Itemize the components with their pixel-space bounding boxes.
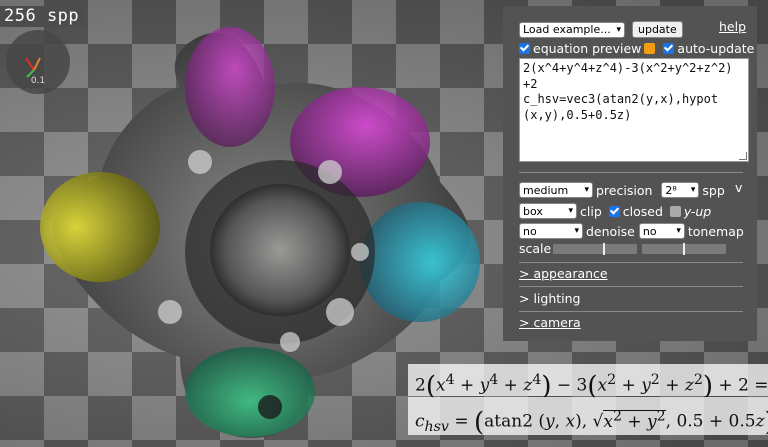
denoise-label: denoise: [586, 223, 635, 239]
spp-label: spp: [702, 182, 725, 198]
gizmo-value: 0.1: [30, 76, 46, 86]
yup-checkbox[interactable]: [669, 205, 681, 217]
yellow-lobe: [40, 172, 160, 282]
scale-slider-left-thumb[interactable]: [603, 243, 605, 255]
yup-label: y-up: [683, 203, 712, 219]
update-button[interactable]: update: [632, 21, 683, 38]
divider: [519, 262, 743, 263]
scale-label: scale: [519, 241, 552, 256]
lighting-section-toggle[interactable]: > lighting: [519, 291, 580, 306]
divider: [519, 286, 743, 287]
chevron-down-icon: ▾: [574, 226, 579, 236]
scale-slider-left[interactable]: [553, 243, 637, 255]
appearance-section-toggle[interactable]: > appearance: [519, 266, 608, 281]
spp-value: 2⁸: [665, 183, 677, 197]
axis-gizmo[interactable]: 0.1: [6, 30, 70, 94]
collapse-toggle[interactable]: v: [735, 180, 742, 195]
divider: [519, 311, 743, 312]
equation-preview-line-2: chsv = (atan2 (y, x), √x2 + y2, 0.5 + 0.…: [408, 397, 768, 438]
scale-slider-right[interactable]: [642, 243, 726, 255]
chevron-down-icon: ▾: [676, 226, 681, 236]
magenta-top-lobe: [185, 27, 275, 147]
precision-label: precision: [596, 182, 653, 198]
load-example-select[interactable]: Load example... ▾: [519, 21, 625, 38]
chevron-down-icon: ▾: [690, 185, 696, 195]
load-example-label: Load example...: [523, 23, 611, 36]
precision-value: medium: [523, 183, 569, 197]
camera-section-toggle[interactable]: > camera: [519, 315, 581, 330]
scale-slider-right-thumb[interactable]: [683, 243, 685, 255]
closed-label: closed: [622, 203, 663, 219]
denoise-value: no: [523, 224, 537, 238]
closed-checkbox[interactable]: [608, 205, 620, 217]
spp-select[interactable]: 2⁸ ▾: [661, 182, 700, 198]
auto-update-checkbox[interactable]: [663, 43, 675, 54]
auto-update-label: auto-update: [677, 41, 755, 56]
help-link[interactable]: help: [719, 19, 746, 34]
chevron-down-icon: ▾: [568, 206, 573, 216]
equation-preview-line-1: 2(x4 + y4 + z4) − 3(x2 + y2 + z2) + 2 = …: [408, 364, 768, 402]
green-lobe: [185, 347, 315, 437]
tonemap-label: tonemap: [687, 223, 744, 239]
divider: [519, 172, 743, 173]
spp-counter: 256 spp: [0, 6, 86, 27]
torus-hole: [210, 184, 350, 316]
equation-input[interactable]: 2(x^4+y^4+z^4)-3(x^2+y^2+z^2) +2 c_hsv=v…: [519, 58, 749, 162]
equation-preview-checkbox[interactable]: [519, 43, 530, 54]
clip-select[interactable]: box ▾: [519, 203, 577, 219]
cyan-lobe: [360, 202, 480, 322]
precision-select[interactable]: medium ▾: [519, 182, 593, 198]
clip-label: clip: [580, 203, 602, 219]
color-toggle-checkbox[interactable]: [644, 43, 656, 54]
chevron-down-icon: ▾: [584, 185, 589, 195]
chevron-down-icon: ▾: [616, 24, 621, 35]
denoise-select[interactable]: no ▾: [519, 223, 583, 239]
equation-preview-label: equation preview: [533, 41, 642, 56]
tonemap-select[interactable]: no ▾: [638, 223, 685, 239]
dimple: [258, 395, 282, 419]
control-panel: Load example... ▾ update help equation p…: [503, 6, 757, 341]
clip-value: box: [523, 204, 543, 218]
tonemap-value: no: [642, 224, 657, 238]
